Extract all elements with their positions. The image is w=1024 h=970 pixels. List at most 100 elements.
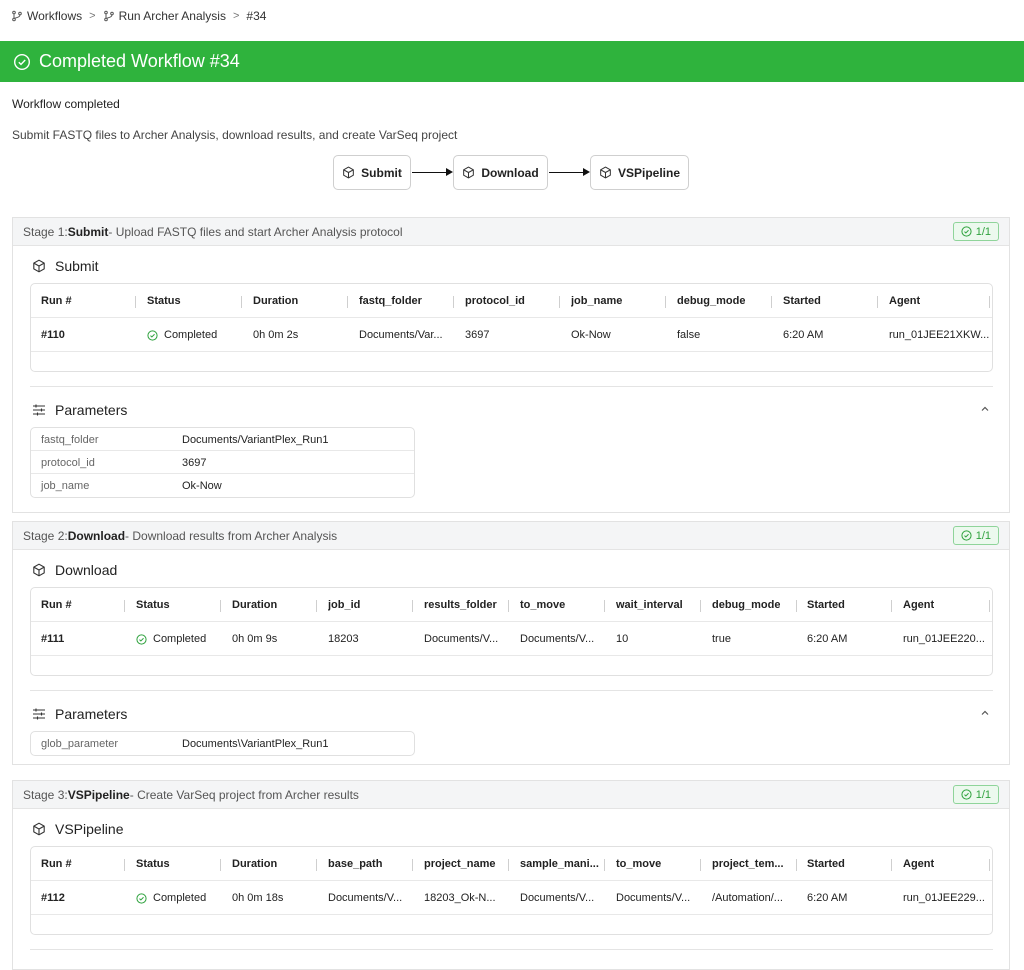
- cube-icon: [32, 822, 46, 836]
- parameters-table: fastq_folder Documents/VariantPlex_Run1 …: [30, 427, 415, 498]
- parameter-value: Ok-Now: [182, 479, 222, 492]
- run-job-name: Ok-Now: [571, 329, 611, 341]
- column-separator: [877, 296, 878, 308]
- run-status: Completed: [147, 318, 217, 352]
- column-separator: [316, 600, 317, 612]
- table-row[interactable]: #110 Completed 0h 0m 2s Documents/Var...…: [31, 318, 992, 352]
- pipeline-diagram: Submit Download VSPipeline: [0, 142, 1024, 208]
- column-separator: [559, 296, 560, 308]
- column-separator: [700, 600, 701, 612]
- run-number[interactable]: #110: [41, 318, 65, 352]
- stage-2-card: Stage 2: Download - Download results fro…: [12, 521, 1010, 765]
- parameter-value: Documents\VariantPlex_Run1: [182, 737, 329, 750]
- column-separator: [220, 600, 221, 612]
- column-header-agent: Agent: [903, 858, 935, 870]
- run-to-move: Documents/V...: [616, 892, 691, 904]
- column-separator: [135, 296, 136, 308]
- section-divider: [30, 690, 993, 691]
- run-project-template: /Automation/...: [712, 892, 783, 904]
- column-header-results-folder: results_folder: [424, 599, 497, 611]
- chevron-up-icon[interactable]: [979, 403, 991, 415]
- run-status-label: Completed: [153, 892, 207, 904]
- column-header-sample-manifest: sample_mani...: [520, 858, 599, 870]
- pipeline-node-label: Submit: [361, 165, 402, 180]
- completed-banner: Completed Workflow #34: [0, 41, 1024, 82]
- column-header-job-name: job_name: [571, 295, 623, 307]
- column-header-debug-mode: debug_mode: [677, 295, 746, 307]
- pipeline-node-vspipeline[interactable]: VSPipeline: [590, 155, 689, 190]
- run-number[interactable]: #111: [41, 622, 64, 656]
- run-agent: run_01JEE220...: [903, 633, 985, 645]
- section-title-label: Download: [55, 562, 118, 578]
- stage-3-header[interactable]: Stage 3: VSPipeline - Create VarSeq proj…: [13, 781, 1009, 809]
- column-separator: [412, 859, 413, 871]
- git-branch-icon: [103, 10, 115, 22]
- column-separator: [796, 600, 797, 612]
- stage-prefix: Stage 2:: [23, 528, 68, 543]
- run-number[interactable]: #112: [41, 881, 65, 915]
- check-circle-icon: [961, 226, 972, 237]
- table-row[interactable]: #111 Completed 0h 0m 9s 18203 Documents/…: [31, 622, 992, 656]
- run-agent: run_01JEE21XKW...: [889, 329, 990, 341]
- run-fastq-folder: Documents/Var...: [359, 329, 443, 341]
- breadcrumb: Workflows > Run Archer Analysis > #34: [0, 0, 1024, 32]
- runs-table: Run # Status Duration job_id results_fol…: [30, 587, 993, 676]
- cube-icon: [462, 166, 475, 179]
- section-title-submit: Submit: [32, 258, 99, 274]
- table-row[interactable]: #112 Completed 0h 0m 18s Documents/V... …: [31, 881, 992, 915]
- run-status: Completed: [136, 881, 206, 915]
- parameter-row: job_name Ok-Now: [31, 474, 414, 497]
- column-header-status: Status: [147, 295, 181, 307]
- run-started: 6:20 AM: [807, 633, 848, 645]
- stage-prefix: Stage 1:: [23, 224, 68, 239]
- column-separator: [220, 859, 221, 871]
- workflow-status-text: Workflow completed: [12, 97, 120, 111]
- banner-title: Completed Workflow #34: [39, 51, 240, 71]
- column-header-status: Status: [136, 599, 170, 611]
- stage-name: Submit: [67, 224, 109, 239]
- run-duration: 0h 0m 18s: [232, 892, 284, 904]
- runs-table-header: Run # Status Duration fastq_folder proto…: [31, 284, 992, 318]
- run-project-name: 18203_Ok-N...: [424, 892, 496, 904]
- parameter-row: fastq_folder Documents/VariantPlex_Run1: [31, 428, 414, 451]
- column-header-job-id: job_id: [328, 599, 361, 611]
- column-separator: [771, 296, 772, 308]
- cube-icon: [342, 166, 355, 179]
- column-separator: [989, 859, 990, 871]
- column-separator: [604, 600, 605, 612]
- parameters-title: Parameters: [32, 402, 127, 418]
- stage-prefix: Stage 3:: [23, 787, 68, 802]
- run-debug-mode: false: [677, 329, 701, 341]
- breadcrumb-workflows-link[interactable]: Workflows: [11, 9, 82, 23]
- column-separator: [796, 859, 797, 871]
- badge-count: 1/1: [975, 788, 991, 801]
- column-separator: [891, 859, 892, 871]
- breadcrumb-workflow-link[interactable]: Run Archer Analysis: [103, 9, 226, 23]
- parameters-table: glob_parameter Documents\VariantPlex_Run…: [30, 731, 415, 756]
- workflow-description: Submit FASTQ files to Archer Analysis, d…: [12, 128, 458, 142]
- breadcrumb-separator: >: [232, 10, 240, 22]
- pipeline-node-submit[interactable]: Submit: [333, 155, 411, 190]
- column-header-project-template: project_tem...: [712, 858, 784, 870]
- column-header-run: Run #: [41, 858, 72, 870]
- run-agent: run_01JEE229...: [903, 892, 985, 904]
- stage-1-header[interactable]: Stage 1: Submit - Upload FASTQ files and…: [13, 218, 1009, 246]
- run-protocol-id: 3697: [465, 329, 490, 341]
- check-circle-icon: [961, 530, 972, 541]
- column-separator: [453, 296, 454, 308]
- breadcrumb-workflow-label: Run Archer Analysis: [118, 9, 226, 23]
- runs-table: Run # Status Duration base_path project_…: [30, 846, 993, 935]
- column-header-status: Status: [136, 858, 170, 870]
- stage-description: - Download results from Archer Analysis: [125, 528, 338, 543]
- chevron-up-icon[interactable]: [979, 707, 991, 719]
- parameter-value: Documents/VariantPlex_Run1: [182, 433, 329, 446]
- badge-count: 1/1: [975, 529, 991, 542]
- stage-1-card: Stage 1: Submit - Upload FASTQ files and…: [12, 217, 1010, 513]
- pipeline-node-download[interactable]: Download: [453, 155, 548, 190]
- stage-2-header[interactable]: Stage 2: Download - Download results fro…: [13, 522, 1009, 550]
- check-circle-icon: [136, 633, 147, 645]
- run-base-path: Documents/V...: [328, 892, 403, 904]
- run-duration: 0h 0m 9s: [232, 633, 278, 645]
- column-header-started: Started: [807, 858, 845, 870]
- sliders-icon: [32, 707, 46, 721]
